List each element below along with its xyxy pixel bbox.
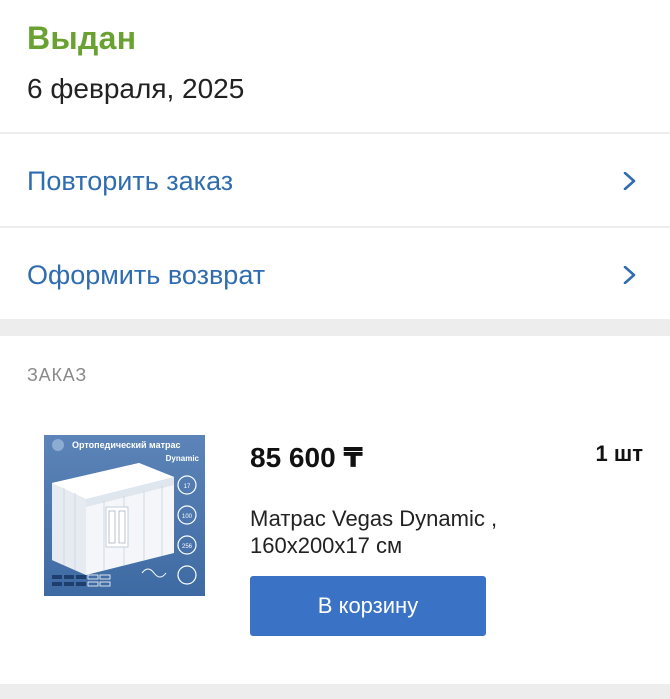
bottom-band (0, 684, 670, 699)
return-order-label: Оформить возврат (27, 260, 266, 290)
chevron-right-icon (623, 172, 636, 190)
image-title-line1: Ортопедический матрас (72, 440, 181, 450)
section-separator (0, 319, 670, 336)
product-image[interactable]: Ортопедический матрас Dynamic 17 100 256 (44, 435, 205, 596)
repeat-order-row[interactable]: Повторить заказ (0, 134, 670, 226)
item-quantity: 1 шт (595, 441, 643, 466)
image-title-line2: Dynamic (166, 454, 200, 463)
badge-height: 17 (184, 484, 191, 490)
repeat-order-label: Повторить заказ (27, 166, 234, 196)
item-name[interactable]: Матрас Vegas Dynamic , 160x200x17 см (250, 505, 580, 559)
add-to-cart-button[interactable]: В корзину (250, 576, 486, 636)
order-status-date: 6 февраля, 2025 (27, 73, 245, 104)
badge-size: 256 (182, 544, 193, 550)
order-status-title: Выдан (27, 20, 137, 56)
chevron-right-icon (623, 266, 636, 284)
order-status-block: Выдан 6 февраля, 2025 (0, 0, 670, 133)
order-section-label: ЗАКАЗ (27, 365, 88, 385)
item-price: 85 600 ₸ (250, 442, 363, 473)
return-order-row[interactable]: Оформить возврат (0, 228, 670, 320)
badge-load: 100 (182, 514, 193, 520)
